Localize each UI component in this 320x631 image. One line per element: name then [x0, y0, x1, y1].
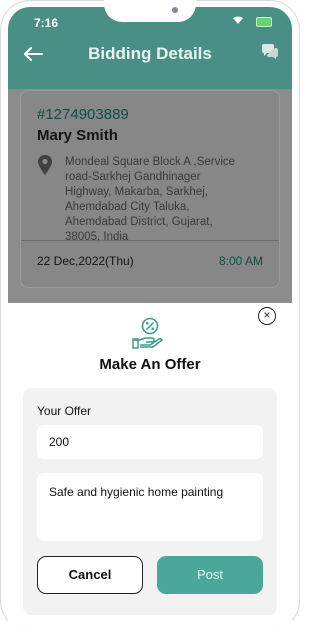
- status-time: 7:16: [34, 16, 59, 30]
- close-icon[interactable]: ×: [258, 307, 276, 325]
- chat-icon[interactable]: [260, 43, 280, 61]
- cancel-button[interactable]: Cancel: [37, 556, 143, 594]
- offer-form: Your Offer 200 Safe and hygienic home pa…: [23, 388, 277, 615]
- sheet-title: Make An Offer: [99, 356, 201, 373]
- location-pin-icon: [38, 155, 52, 175]
- booking-date: 22 Dec,2022(Thu): [37, 254, 134, 268]
- offer-amount-input[interactable]: 200: [37, 425, 263, 459]
- offer-description-input[interactable]: Safe and hygienic home painting: [37, 473, 263, 541]
- booking-id: #1274903889: [37, 106, 129, 123]
- offer-label: Your Offer: [37, 404, 92, 418]
- address-text: Mondeal Square Block A ,Service road-Sar…: [65, 156, 236, 243]
- post-button[interactable]: Post: [157, 556, 263, 594]
- booking-time: 8:00 AM: [218, 254, 263, 268]
- battery-icon: [256, 17, 272, 27]
- customer-name: Mary Smith: [37, 127, 118, 144]
- divider: [21, 240, 279, 241]
- wifi-icon: [233, 16, 243, 24]
- dimmed-background: #1274903889 Mary Smith Mondeal Square Bl…: [8, 89, 292, 303]
- booking-card: #1274903889 Mary Smith Mondeal Square Bl…: [20, 90, 280, 288]
- phone-screen: 7:16 Bidding Details #1274903889 Mary Sm…: [0, 0, 300, 631]
- offer-percent-icon: [132, 317, 163, 349]
- page-title: Bidding Details: [88, 44, 212, 63]
- camera-notch: [104, 0, 196, 22]
- offer-bottom-sheet: × Make An Offer Your Offer 200 Safe and …: [8, 303, 292, 631]
